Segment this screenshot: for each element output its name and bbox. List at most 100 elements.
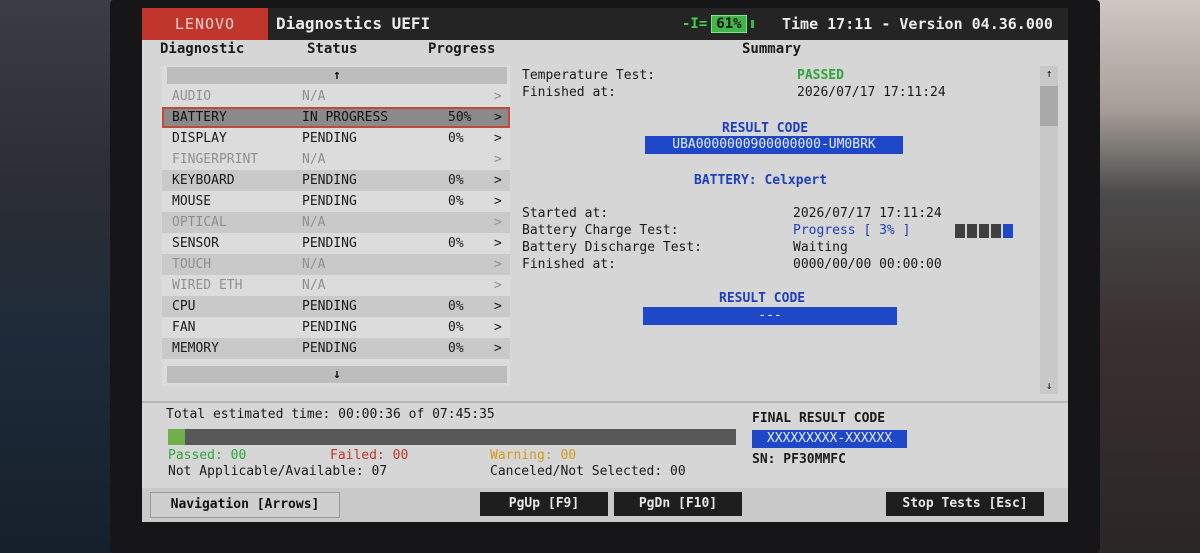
top-bar: LENOVO Diagnostics UEFI -I= 61% Time 17:… xyxy=(142,8,1068,40)
finished-at-value-2: 0000/00/00 00:00:00 xyxy=(793,257,942,272)
battery-discharge-test-value: Waiting xyxy=(793,240,848,255)
battery-charge-test-label: Battery Charge Test: xyxy=(522,223,679,238)
list-item-touch[interactable]: TOUCH N/A > xyxy=(162,254,510,275)
scroll-up-arrow-icon[interactable]: ↑ xyxy=(1040,66,1058,82)
final-result-code-value: XXXXXXXXX-XXXXXX xyxy=(752,430,907,448)
item-name: MEMORY xyxy=(172,341,219,356)
result-code-label-2: RESULT CODE xyxy=(719,291,806,306)
started-at-value: 2026/07/17 17:11:24 xyxy=(793,206,942,221)
stop-tests-button[interactable]: Stop Tests [Esc] xyxy=(886,492,1044,516)
failed-count: Failed: 00 xyxy=(330,448,409,463)
item-status: N/A xyxy=(302,278,326,293)
total-progress-fill xyxy=(168,429,186,445)
chevron-right-icon: > xyxy=(494,131,502,146)
item-name: BATTERY xyxy=(172,110,227,125)
list-item-cpu[interactable]: CPU PENDING 0% > xyxy=(162,296,510,317)
not-applicable-count: Not Applicable/Available: 07 xyxy=(168,464,388,479)
uefi-screen: LENOVO Diagnostics UEFI -I= 61% Time 17:… xyxy=(142,8,1068,522)
battery-charge-test-value: Progress [ 3% ] xyxy=(793,223,911,238)
list-item-display[interactable]: DISPLAY PENDING 0% > xyxy=(162,128,510,149)
charge-progress-bar xyxy=(955,224,1013,238)
item-status: PENDING xyxy=(302,173,357,188)
total-estimated-time: Total estimated time: 00:00:36 of 07:45:… xyxy=(166,407,495,422)
item-name: SENSOR xyxy=(172,236,219,251)
charge-progress-segment xyxy=(1003,224,1013,238)
column-header-status: Status xyxy=(307,41,358,57)
temperature-test-label: Temperature Test: xyxy=(522,68,656,83)
finished-at-value: 2026/07/17 17:11:24 xyxy=(797,85,946,100)
chevron-right-icon: > xyxy=(494,173,502,188)
item-progress: 0% xyxy=(448,299,464,314)
column-header-progress: Progress xyxy=(428,41,496,57)
item-name: DISPLAY xyxy=(172,131,227,146)
list-item-optical[interactable]: OPTICAL N/A > xyxy=(162,212,510,233)
list-item-fingerprint[interactable]: FINGERPRINT N/A > xyxy=(162,149,510,170)
battery-percent: 61% xyxy=(711,15,747,33)
list-item-audio[interactable]: AUDIO N/A > xyxy=(162,86,510,107)
column-header-diagnostic: Diagnostic xyxy=(160,41,245,57)
item-status: N/A xyxy=(302,215,326,230)
item-name: OPTICAL xyxy=(172,215,227,230)
item-progress: 0% xyxy=(448,236,464,251)
charge-progress-segment xyxy=(979,224,989,238)
section-divider xyxy=(142,401,1068,403)
battery-cap-icon xyxy=(750,20,754,28)
serial-number: SN: PF30MMFC xyxy=(752,452,846,467)
item-progress: 0% xyxy=(448,173,464,188)
battery-plug-icon: -I= xyxy=(682,16,708,32)
battery-vendor: BATTERY: Celxpert xyxy=(694,173,828,188)
list-item-wired-eth[interactable]: WIRED ETH N/A > xyxy=(162,275,510,296)
chevron-right-icon: > xyxy=(494,215,502,230)
chevron-right-icon: > xyxy=(494,341,502,356)
item-name: KEYBOARD xyxy=(172,173,235,188)
warning-count: Warning: 00 xyxy=(490,448,577,463)
pgup-button[interactable]: PgUp [F9] xyxy=(480,492,608,516)
scroll-down-arrow-icon[interactable]: ↓ xyxy=(1040,378,1058,394)
list-item-keyboard[interactable]: KEYBOARD PENDING 0% > xyxy=(162,170,510,191)
item-status: N/A xyxy=(302,89,326,104)
pgdn-button[interactable]: PgDn [F10] xyxy=(614,492,742,516)
item-name: AUDIO xyxy=(172,89,212,104)
item-name: FINGERPRINT xyxy=(172,152,259,167)
summary-scrollbar[interactable]: ↑ ↓ xyxy=(1040,66,1058,394)
chevron-right-icon: > xyxy=(494,299,502,314)
item-status: PENDING xyxy=(302,236,357,251)
item-progress: 0% xyxy=(448,131,464,146)
chevron-right-icon: > xyxy=(494,320,502,335)
charge-progress-segment xyxy=(967,224,977,238)
list-item-battery[interactable]: BATTERY IN PROGRESS 50% > xyxy=(162,107,510,128)
item-name: CPU xyxy=(172,299,196,314)
chevron-right-icon: > xyxy=(494,110,502,125)
item-name: TOUCH xyxy=(172,257,212,272)
app-title: Diagnostics UEFI xyxy=(276,14,431,33)
list-item-fan[interactable]: FAN PENDING 0% > xyxy=(162,317,510,338)
list-item-mouse[interactable]: MOUSE PENDING 0% > xyxy=(162,191,510,212)
list-scroll-up[interactable]: ↑ xyxy=(167,67,507,84)
time-version: Time 17:11 - Version 04.36.000 xyxy=(782,15,1053,33)
battery-discharge-test-label: Battery Discharge Test: xyxy=(522,240,703,255)
chevron-right-icon: > xyxy=(494,89,502,104)
item-progress: 0% xyxy=(448,194,464,209)
chevron-right-icon: > xyxy=(494,278,502,293)
item-status: N/A xyxy=(302,152,326,167)
scrollbar-thumb[interactable] xyxy=(1040,86,1058,126)
chevron-right-icon: > xyxy=(494,194,502,209)
finished-at-label: Finished at: xyxy=(522,85,616,100)
started-at-label: Started at: xyxy=(522,206,609,221)
canceled-count: Canceled/Not Selected: 00 xyxy=(490,464,686,479)
navigation-hint: Navigation [Arrows] xyxy=(150,492,340,518)
item-progress: 0% xyxy=(448,320,464,335)
list-scroll-down[interactable]: ↓ xyxy=(167,366,507,383)
item-status: PENDING xyxy=(302,341,357,356)
finished-at-label-2: Finished at: xyxy=(522,257,616,272)
chevron-right-icon: > xyxy=(494,257,502,272)
charge-progress-segment xyxy=(955,224,965,238)
item-status: PENDING xyxy=(302,131,357,146)
list-item-sensor[interactable]: SENSOR PENDING 0% > xyxy=(162,233,510,254)
temperature-test-value: PASSED xyxy=(797,68,844,83)
item-name: WIRED ETH xyxy=(172,278,243,293)
result-code-value: UBA0000000900000000-UM0BRK xyxy=(645,136,903,154)
list-item-memory[interactable]: MEMORY PENDING 0% > xyxy=(162,338,510,359)
item-name: FAN xyxy=(172,320,196,335)
diagnostic-list: ↑ AUDIO N/A > BATTERY IN PROGRESS 50% > … xyxy=(162,66,510,386)
